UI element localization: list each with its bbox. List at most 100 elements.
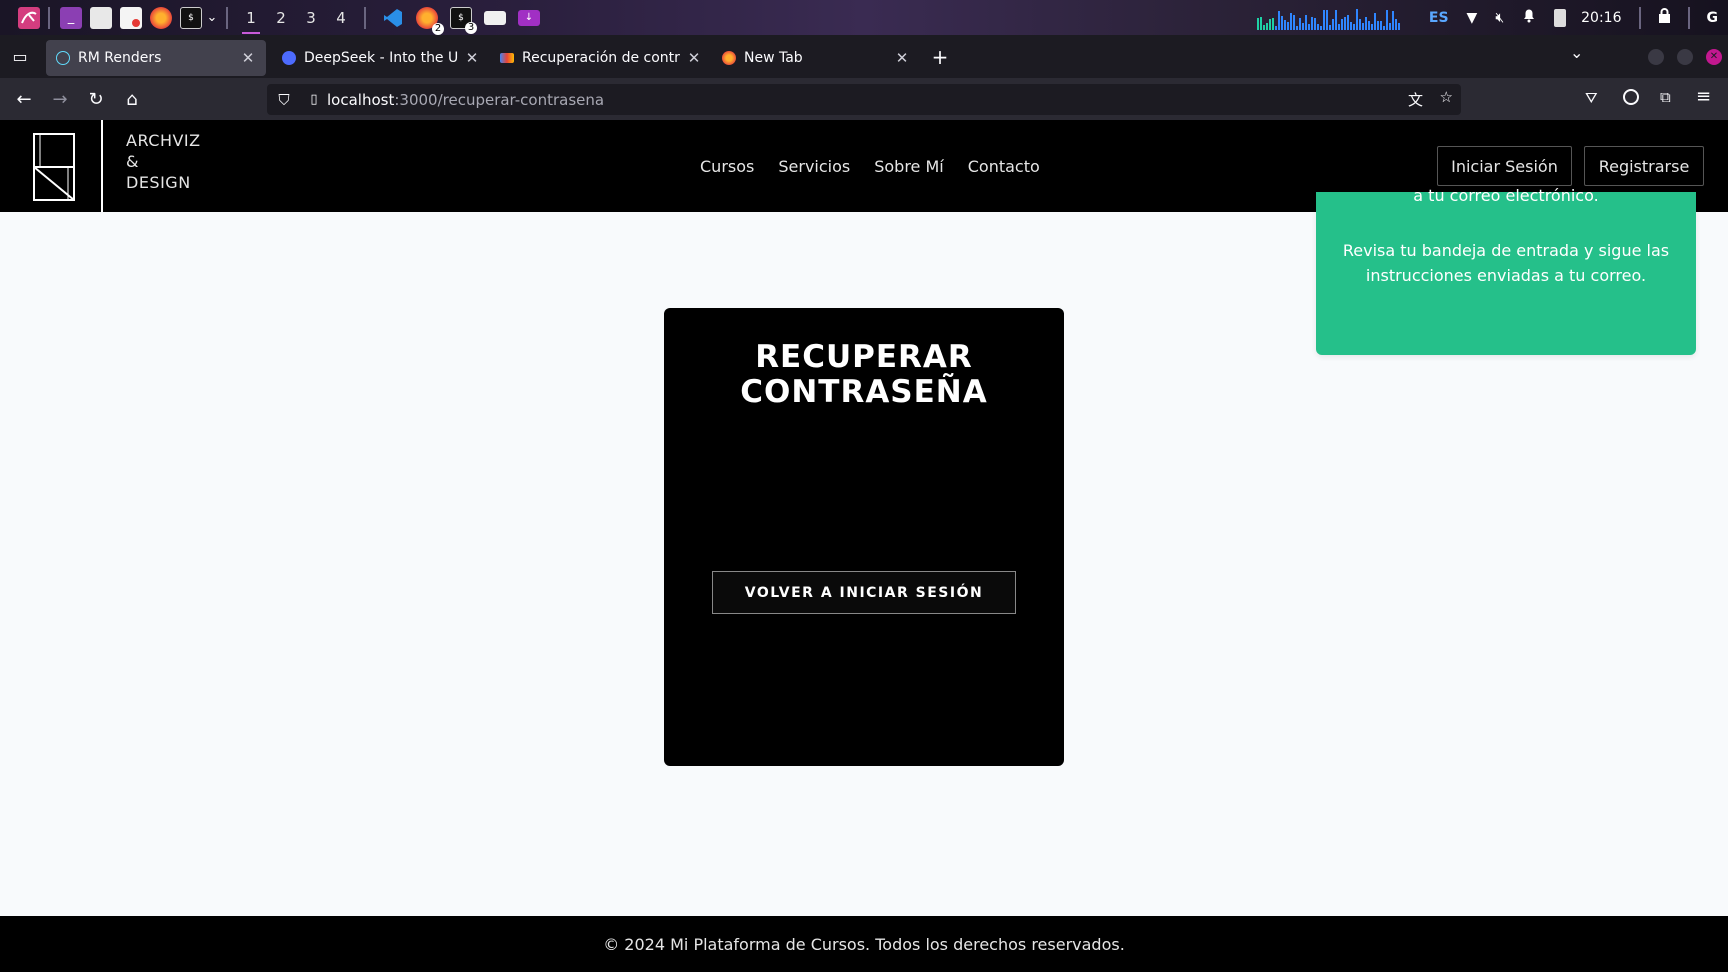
volume-muted-icon[interactable]: 🔇︎ <box>1495 10 1504 26</box>
terminal-launcher-icon[interactable]: _ <box>60 6 82 29</box>
tab-deepseek[interactable]: DeepSeek - Into the Unknown ✕ <box>272 40 490 76</box>
power-icon[interactable]: G <box>1707 10 1719 26</box>
window-close-icon[interactable]: ✕ <box>1706 49 1722 65</box>
forward-arrow-icon[interactable]: → <box>42 89 78 110</box>
logo-line-2: & <box>126 152 139 171</box>
list-all-tabs-chevron-icon[interactable]: ⌄ <box>1570 43 1583 62</box>
logo-text[interactable]: ARCHVIZ & DESIGN <box>126 130 201 193</box>
lock-icon[interactable] <box>1658 8 1671 27</box>
cpu-graph-bar <box>1271 17 1274 30</box>
battery-icon[interactable] <box>1554 8 1567 27</box>
success-toast[interactable]: a tu correo electrónico. Revisa tu bande… <box>1316 186 1696 355</box>
home-icon[interactable]: ⌂ <box>114 89 150 110</box>
firefox-launcher-icon[interactable] <box>150 6 172 29</box>
recover-password-card: RECUPERAR CONTRASEÑA VOLVER A INICIAR SE… <box>664 308 1064 766</box>
tab-overview-icon[interactable]: ▭ <box>0 47 40 66</box>
page-title-line-1: RECUPERAR <box>755 339 973 375</box>
workspace-4[interactable]: 4 <box>326 9 356 27</box>
taskbar-separator <box>1687 6 1690 29</box>
files-launcher-icon[interactable] <box>90 6 112 29</box>
archviz-logo-icon[interactable] <box>32 132 76 202</box>
keyboard-layout[interactable]: ES <box>1429 10 1449 26</box>
browser-tab-strip: ▭ RM Renders ✕ DeepSeek - Into the Unkno… <box>0 35 1728 78</box>
cpu-graph-bar <box>1337 23 1340 30</box>
cpu-graph-bar <box>1274 25 1277 30</box>
cpu-graph-bar <box>1367 20 1370 30</box>
nav-link-contacto[interactable]: Contacto <box>968 157 1040 176</box>
close-tab-icon[interactable]: ✕ <box>464 49 480 67</box>
cpu-graph-bar <box>1328 24 1331 30</box>
system-tray: ES ▼ 🔇︎ 20:16 G <box>1256 0 1728 35</box>
nav-link-servicios[interactable]: Servicios <box>778 157 850 176</box>
tab-title: Recuperación de contraseña <box>522 49 680 66</box>
chevron-down-icon[interactable]: ⌄ <box>206 7 218 29</box>
logo-divider <box>101 120 103 212</box>
tab-recuperacion[interactable]: Recuperación de contraseña ✕ <box>490 40 712 76</box>
terminal-launcher-icon-2[interactable]: $ <box>180 6 202 29</box>
deepseek-icon <box>282 50 296 65</box>
notification-bell-icon[interactable] <box>1522 8 1536 27</box>
cpu-graph-bar <box>1373 12 1376 30</box>
url-bar[interactable]: ⛉ ▯ localhost:3000/recuperar-contrasena … <box>267 84 1461 115</box>
logo-line-3: DESIGN <box>126 173 191 192</box>
close-tab-icon[interactable]: ✕ <box>894 49 910 67</box>
cpu-graph-bar <box>1262 24 1265 30</box>
cpu-graph-bar <box>1343 16 1346 30</box>
downloads-window-icon[interactable]: ↓ <box>518 9 540 26</box>
close-tab-icon[interactable]: ✕ <box>686 49 702 67</box>
new-tab-plus-icon[interactable]: + <box>922 45 958 69</box>
cpu-graph-bar <box>1286 21 1289 30</box>
taskbar-separator <box>364 6 366 29</box>
wifi-icon[interactable]: ▼ <box>1467 10 1478 26</box>
close-tab-icon[interactable]: ✕ <box>240 49 256 67</box>
cpu-graph-bar <box>1292 14 1295 30</box>
workspace-2[interactable]: 2 <box>266 9 296 27</box>
firefox-window-icon[interactable]: 2 <box>416 6 444 35</box>
reload-icon[interactable]: ↻ <box>78 89 114 110</box>
register-button[interactable]: Registrarse <box>1584 146 1704 186</box>
firefox-window-count: 2 <box>432 22 444 35</box>
system-taskbar: _ $ ⌄ 1 2 3 4 2 $ 3 ↓ ES ▼ 🔇︎ 20:16 G <box>0 0 1728 35</box>
page-title: RECUPERAR CONTRASEÑA <box>664 340 1064 410</box>
translate-icon[interactable]: 文 <box>1408 89 1423 110</box>
login-button[interactable]: Iniciar Sesión <box>1437 146 1572 186</box>
workspace-3[interactable]: 3 <box>296 9 326 27</box>
screenshot-window-icon[interactable] <box>484 10 506 25</box>
window-minimize-icon[interactable] <box>1648 49 1664 65</box>
cpu-graph-bar <box>1385 9 1388 30</box>
cpu-graph-bar <box>1295 25 1298 30</box>
cpu-graph-bar <box>1388 22 1391 30</box>
cpu-graph-bar <box>1370 23 1373 30</box>
firefox-icon <box>722 50 736 65</box>
text-editor-launcher-icon[interactable] <box>120 6 142 29</box>
cpu-graph-bar <box>1319 25 1322 30</box>
cpu-graph-bar <box>1298 17 1301 30</box>
cpu-graph-bar <box>1301 22 1304 30</box>
nav-link-sobre-mi[interactable]: Sobre Mí <box>874 157 944 176</box>
cpu-graph-bar <box>1346 14 1349 30</box>
menu-hamburger-icon[interactable]: ≡ <box>1696 86 1711 107</box>
back-arrow-icon[interactable]: ← <box>6 89 42 110</box>
pocket-icon[interactable]: ⛛ <box>1585 89 1598 107</box>
back-to-login-button[interactable]: VOLVER A INICIAR SESIÓN <box>712 571 1016 614</box>
clock[interactable]: 20:16 <box>1581 10 1621 26</box>
account-icon[interactable] <box>1623 89 1639 105</box>
nav-link-cursos[interactable]: Cursos <box>700 157 754 176</box>
page-info-icon[interactable]: ▯ <box>301 92 327 107</box>
bookmark-star-icon[interactable]: ☆ <box>1440 88 1453 106</box>
cpu-graph-bar <box>1277 10 1280 30</box>
workspace-1[interactable]: 1 <box>236 9 266 34</box>
vscode-window-icon[interactable] <box>382 7 404 29</box>
terminal-window-icon[interactable]: $ 3 <box>450 6 477 34</box>
cpu-graph-bar <box>1268 18 1271 30</box>
tab-new-tab[interactable]: New Tab ✕ <box>712 40 920 76</box>
kali-menu-icon[interactable] <box>18 6 40 29</box>
page-title-line-2: CONTRASEÑA <box>740 374 988 410</box>
cpu-graph-bar <box>1259 16 1262 30</box>
extensions-icon[interactable]: ⧉ <box>1660 88 1671 106</box>
tab-rm-renders[interactable]: RM Renders ✕ <box>46 39 266 76</box>
tracking-shield-icon[interactable]: ⛉ <box>267 91 301 109</box>
cpu-graph-bar <box>1391 10 1394 30</box>
site-footer: © 2024 Mi Plataforma de Cursos. Todos lo… <box>0 916 1728 972</box>
window-maximize-icon[interactable] <box>1677 49 1693 65</box>
